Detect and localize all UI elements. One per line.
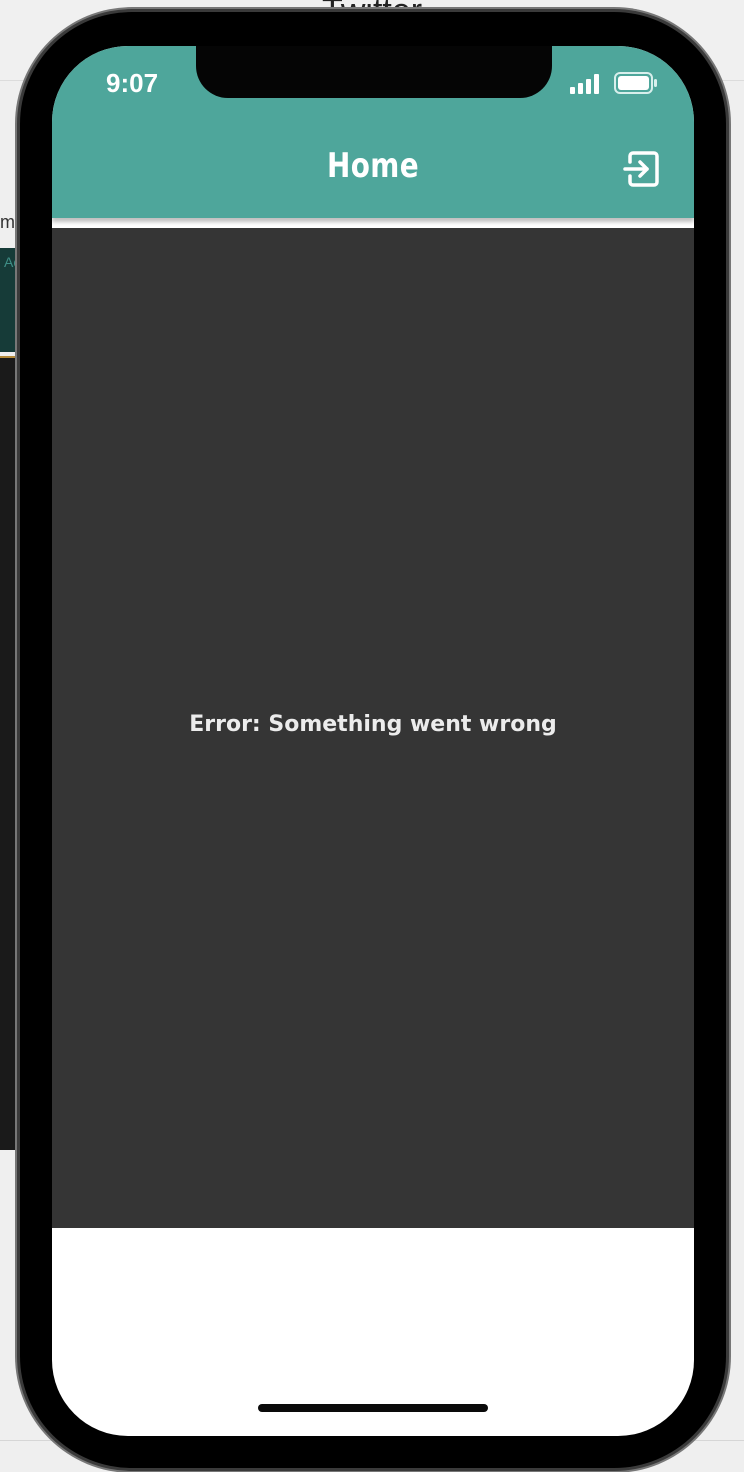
- battery-icon: [614, 72, 657, 94]
- logout-icon[interactable]: [622, 148, 664, 190]
- main-content: Error: Something went wrong: [52, 228, 694, 1228]
- background-side-tab-label: Ac: [4, 254, 21, 270]
- phone-frame: 9:07 Home Error: Something went wrong: [20, 12, 726, 1468]
- home-indicator[interactable]: [258, 1404, 488, 1412]
- device-notch: [196, 46, 552, 98]
- phone-screen: 9:07 Home Error: Something went wrong: [52, 46, 694, 1436]
- cellular-signal-icon: [570, 74, 599, 94]
- page-title: Home: [326, 146, 420, 186]
- background-side-label: m: [0, 212, 15, 232]
- app-header: 9:07 Home: [52, 46, 694, 218]
- status-bar-time: 9:07: [106, 68, 159, 98]
- error-message: Error: Something went wrong: [189, 712, 557, 737]
